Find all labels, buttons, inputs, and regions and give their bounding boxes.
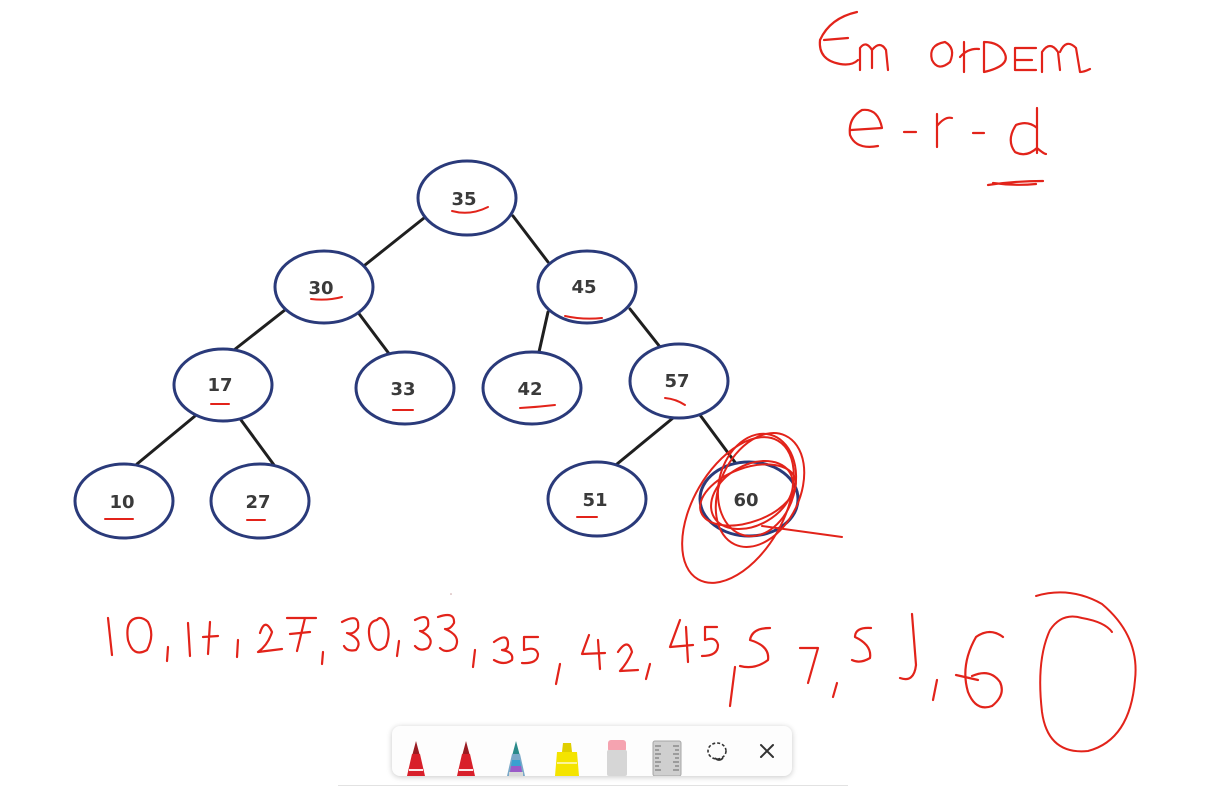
close-icon — [760, 744, 774, 758]
node-label: 60 — [733, 490, 758, 511]
node-label: 17 — [207, 375, 232, 396]
bottom-divider — [338, 785, 848, 786]
tree-node: 17 — [172, 347, 274, 423]
node-label: 51 — [582, 490, 607, 511]
lasso-select-button[interactable] — [697, 732, 737, 776]
tree-edges — [135, 214, 739, 467]
edge — [511, 214, 550, 264]
highlighter-yellow-button[interactable] — [547, 732, 587, 776]
pen-red-button[interactable] — [396, 732, 436, 776]
edge — [135, 414, 197, 466]
node-label: 10 — [109, 492, 134, 513]
tree-node: 33 — [354, 350, 456, 426]
tree-node: 57 — [628, 342, 730, 420]
node-label: 35 — [451, 189, 476, 210]
ink-title-em-ordem — [818, 10, 1092, 74]
close-button[interactable] — [747, 732, 787, 776]
tree-node: 51 — [546, 460, 648, 538]
tree-node: 60 — [698, 460, 800, 538]
eraser-button[interactable] — [597, 732, 637, 776]
eraser-icon — [607, 740, 627, 776]
edge — [615, 416, 675, 466]
node-label: 42 — [517, 379, 542, 400]
ruler-icon — [652, 740, 682, 776]
edge — [355, 309, 392, 357]
tree-node: 10 — [73, 462, 175, 540]
node-label: 45 — [571, 277, 596, 298]
tree-nodes: 35 30 45 17 33 42 57 10 27 51 60 — [73, 159, 800, 540]
node-label: 57 — [664, 371, 689, 392]
edge — [239, 418, 276, 467]
pen-galaxy-button[interactable] — [496, 732, 536, 776]
ruler-button[interactable] — [647, 732, 687, 776]
pen-red-icon — [407, 741, 425, 776]
lasso-select-icon — [707, 742, 727, 761]
tree-node: 30 — [273, 249, 375, 325]
ink-big-zero — [1035, 591, 1137, 753]
tree-node: 42 — [481, 350, 583, 426]
edge — [232, 304, 292, 352]
tree-node: 27 — [209, 462, 311, 540]
node-label: 30 — [308, 278, 333, 299]
pen-red-2-icon — [457, 741, 475, 776]
ink-toolbar — [392, 726, 792, 776]
tree-node: 35 — [416, 159, 518, 237]
highlighter-yellow-icon — [555, 743, 579, 776]
ink-dot — [450, 593, 452, 595]
node-label: 33 — [390, 379, 415, 400]
pen-galaxy-icon — [507, 741, 525, 776]
node-label: 27 — [245, 492, 270, 513]
edge — [698, 413, 739, 467]
ink-sorted-sequence — [106, 612, 1005, 709]
tree-node: 45 — [536, 249, 638, 325]
edge — [537, 310, 550, 354]
pen-red-2-button[interactable] — [446, 732, 486, 776]
edge — [363, 216, 426, 267]
ink-title-e-r-d — [848, 106, 1048, 187]
drawing-canvas[interactable]: 35 30 45 17 33 42 57 10 27 51 60 — [0, 0, 1215, 787]
